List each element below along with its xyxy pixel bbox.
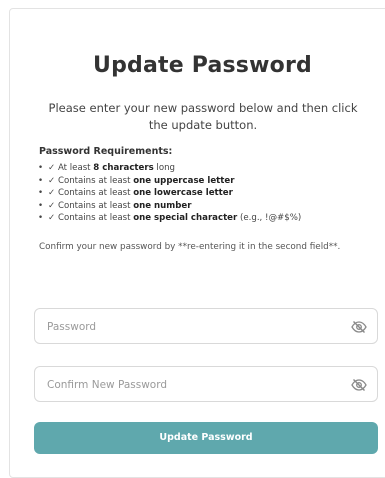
confirm-password-field[interactable]	[34, 366, 378, 403]
bullet-dot: •	[38, 163, 44, 173]
update-password-card: Update Password Please enter your new pa…	[9, 8, 385, 478]
check-icon: ✓	[48, 213, 56, 223]
bullet-dot: •	[38, 188, 44, 198]
password-input[interactable]	[45, 309, 339, 345]
requirement-emphasis: one number	[133, 200, 192, 211]
requirement-text: Contains at least	[57, 200, 134, 211]
check-icon: ✓	[48, 200, 56, 211]
requirement-suffix: long	[153, 163, 175, 173]
requirement-text: Contains at least	[57, 213, 134, 223]
requirement-emphasis: one lowercase letter	[133, 188, 233, 198]
requirement-item: • ✓ At least 8 characters long	[32, 162, 301, 175]
bullet-dot: •	[38, 200, 44, 211]
check-icon: ✓	[48, 163, 56, 173]
check-icon: ✓	[48, 175, 56, 186]
requirement-item: • ✓ Contains at least one lowercase lett…	[32, 187, 301, 200]
requirement-item: • ✓ Contains at least one uppercase lett…	[32, 175, 301, 188]
requirement-text: Contains at least	[57, 188, 134, 198]
eye-slash-icon[interactable]	[351, 319, 367, 335]
confirm-password-input[interactable]	[45, 367, 339, 403]
update-password-button[interactable]: Update Password	[34, 422, 378, 454]
password-field[interactable]	[34, 308, 378, 345]
page-subtitle: Please enter your new password below and…	[48, 101, 358, 132]
requirement-emphasis: one uppercase letter	[133, 175, 235, 186]
confirm-note: Confirm your new password by **re-enteri…	[39, 242, 341, 252]
bullet-dot: •	[38, 175, 44, 186]
requirement-suffix: (e.g., !@#$%)	[237, 213, 302, 223]
check-icon: ✓	[48, 188, 56, 198]
bullet-dot: •	[38, 213, 44, 223]
requirements-list: • ✓ At least 8 characters long • ✓ Conta…	[32, 162, 301, 225]
requirement-emphasis: one special character	[133, 213, 238, 223]
requirement-item: • ✓ Contains at least one special charac…	[32, 212, 301, 225]
requirement-text: Contains at least	[57, 175, 134, 186]
page-title: Update Password	[93, 53, 312, 78]
requirements-title: Password Requirements:	[39, 146, 173, 157]
eye-slash-icon[interactable]	[351, 377, 367, 393]
requirement-item: • ✓ Contains at least one number	[32, 200, 301, 213]
requirement-text: At least	[57, 163, 94, 173]
requirement-emphasis: 8 characters	[93, 163, 154, 173]
